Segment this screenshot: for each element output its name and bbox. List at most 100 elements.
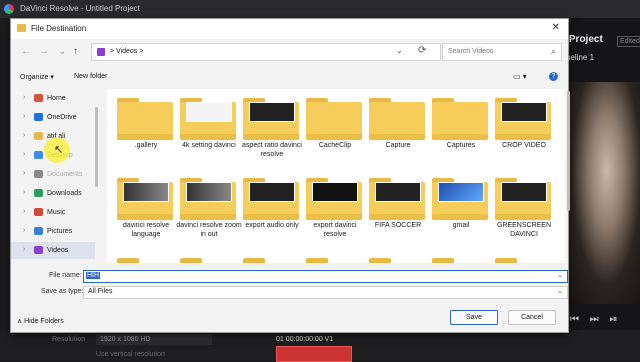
forward-icon[interactable]: → [39, 46, 49, 57]
folder-item[interactable]: 4k setting davinci [176, 95, 242, 173]
cursor-highlight: ↖ [44, 137, 70, 163]
folder-icon [432, 258, 488, 263]
close-icon[interactable]: ✕ [552, 22, 560, 33]
new-folder-button[interactable]: New folder [74, 73, 107, 80]
save-panel: File name: HIH ⌄ Save as type: All Files… [11, 265, 568, 332]
folder-icon [180, 258, 236, 263]
breadcrumb[interactable]: > Videos > [110, 48, 143, 55]
chevron-right-icon[interactable]: › [23, 246, 25, 253]
folder-icon [34, 132, 43, 140]
folder-thumbnail [312, 182, 358, 202]
sidebar-item-label: Music [47, 209, 66, 216]
chevron-right-icon[interactable]: › [23, 189, 25, 196]
folder-icon [369, 178, 425, 220]
folder-item[interactable]: Capture [365, 95, 431, 173]
dialog-title-bar: File Destination ✕ [11, 19, 568, 39]
folder-item[interactable] [491, 255, 557, 263]
folder-icon [243, 258, 299, 263]
sidebar-item-downloads[interactable]: › Downloads [11, 185, 95, 202]
folder-thumbnail [438, 182, 484, 202]
cancel-button[interactable]: Cancel [508, 310, 556, 325]
vertical-resolution-checkbox[interactable]: Use vertical resolution [96, 351, 165, 358]
chevron-right-icon[interactable]: › [23, 94, 25, 101]
back-icon[interactable]: ← [21, 46, 31, 57]
folder-item[interactable] [365, 255, 431, 263]
folder-name: Captures [446, 142, 476, 149]
navigation-pane: ›Home›OneDrive›atif ali›Desktop›Document… [11, 89, 101, 263]
folder-name: aspect ratio davinci resolve [242, 142, 302, 158]
organize-button[interactable]: Organize ▾ [20, 73, 54, 81]
search-placeholder: Search Videos [448, 48, 494, 55]
folder-item[interactable]: gmail [428, 175, 494, 253]
folder-item[interactable] [113, 255, 179, 263]
up-icon[interactable]: ↑ [73, 46, 78, 57]
folder-item[interactable]: export davinci resolve [302, 175, 368, 253]
folder-item[interactable]: davinci resolve language [113, 175, 179, 253]
sidebar-item-home[interactable]: › Home [11, 90, 95, 107]
file-name-input[interactable]: HIH ⌄ [83, 270, 568, 283]
search-input[interactable]: Search Videos ⌕ [442, 43, 562, 61]
folder-item[interactable]: export audio only [239, 175, 305, 253]
chevron-down-icon[interactable]: ⌄ [557, 271, 563, 279]
chevron-right-icon[interactable]: › [23, 170, 25, 177]
folder-item[interactable]: CROP VIDEO [491, 95, 557, 173]
playback-controls[interactable]: ⏮ ⏭ ⏯ [570, 314, 622, 325]
save-button[interactable]: Save [450, 310, 498, 325]
home-icon [34, 94, 43, 102]
hide-folders-label: Hide Folders [24, 318, 64, 325]
documents-icon [34, 170, 43, 178]
folder-item[interactable]: Captures [428, 95, 494, 173]
sidebar-item-pictures[interactable]: › Pictures [11, 223, 95, 240]
folder-icon [180, 178, 236, 220]
folder-item[interactable]: FIFA SOCCER [365, 175, 431, 253]
sidebar-item-videos[interactable]: › Videos [11, 242, 95, 259]
folder-item[interactable]: .gallery [113, 95, 179, 173]
help-icon[interactable]: ? [549, 72, 558, 81]
folder-item[interactable]: davinci resolve zoom in out [176, 175, 242, 253]
chevron-right-icon[interactable]: › [23, 113, 25, 120]
file-name-label: File name: [49, 272, 82, 279]
folder-item[interactable]: GREENSCREEN DAVINCI [491, 175, 557, 253]
chevron-down-icon[interactable]: ⌄ [396, 46, 403, 55]
folder-name: .gallery [134, 142, 158, 149]
folder-name: Capture [385, 142, 411, 149]
music-icon [34, 208, 43, 216]
chevron-right-icon[interactable]: › [23, 151, 25, 158]
folder-item[interactable] [302, 255, 368, 263]
sidebar-item-music[interactable]: › Music [11, 204, 95, 221]
folder-item[interactable]: CacheClip [302, 95, 368, 173]
folder-icon [306, 258, 362, 263]
folder-name: davinci resolve zoom in out [176, 222, 242, 238]
file-list: .gallery 4k setting davinci aspect ratio d… [107, 89, 565, 263]
hide-folders-button[interactable]: ∧ Hide Folders [17, 317, 64, 325]
folder-icon [495, 258, 551, 263]
view-options-button[interactable]: ▭ ▾ [513, 72, 527, 81]
folder-item[interactable] [176, 255, 242, 263]
folder-icon [17, 24, 26, 32]
save-type-select[interactable]: All Files ⌄ [83, 286, 568, 299]
chevron-right-icon[interactable]: › [23, 132, 25, 139]
timecode: 01 00:00:00:00 V1 [276, 336, 334, 343]
videos-icon [34, 246, 43, 254]
folder-thumbnail [186, 182, 232, 202]
chevron-right-icon[interactable]: › [23, 208, 25, 215]
address-bar[interactable]: > Videos > ⌄ ⟳ [91, 43, 441, 61]
folder-thumbnail [501, 102, 547, 122]
chevron-down-icon[interactable]: ⌄ [557, 287, 563, 295]
folder-icon [306, 98, 362, 140]
files-scrollbar[interactable] [567, 91, 570, 211]
sidebar-item-onedrive[interactable]: › OneDrive [11, 109, 95, 126]
chevron-right-icon[interactable]: › [23, 227, 25, 234]
folder-item[interactable]: aspect ratio davinci resolve [239, 95, 305, 173]
folder-icon [432, 98, 488, 140]
videos-icon [97, 48, 105, 56]
refresh-icon[interactable]: ⟳ [418, 45, 426, 56]
folder-item[interactable] [428, 255, 494, 263]
resolution-select[interactable]: 1920 x 1080 HD [96, 334, 212, 345]
sidebar-item-documents[interactable]: › Documents [11, 166, 95, 183]
timeline-selector[interactable]: neline 1 [566, 53, 594, 62]
folder-item[interactable] [239, 255, 305, 263]
recent-locations-icon[interactable]: ⌄ [58, 46, 66, 57]
nav-scrollbar[interactable] [95, 107, 98, 187]
save-type-value: All Files [88, 288, 113, 295]
